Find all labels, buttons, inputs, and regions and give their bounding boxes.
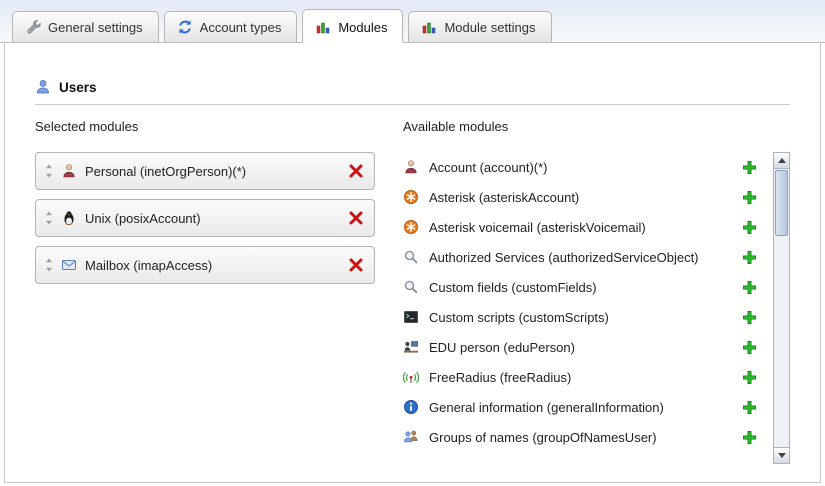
- selected-module-mailbox[interactable]: Mailbox (imapAccess): [35, 246, 375, 284]
- scroll-down-button[interactable]: [774, 447, 789, 463]
- asterisk-icon: [403, 189, 419, 205]
- module-label: Asterisk voicemail (asteriskVoicemail): [429, 220, 742, 235]
- tab-module-settings[interactable]: Module settings: [408, 11, 551, 43]
- tab-label: Modules: [338, 20, 387, 35]
- drag-handle-icon[interactable]: [44, 163, 54, 179]
- add-module-button[interactable]: [742, 160, 757, 175]
- remove-module-button[interactable]: [348, 210, 364, 226]
- add-module-button[interactable]: [742, 400, 757, 415]
- tab-bar: General settings Account types Modules M…: [0, 0, 825, 43]
- add-module-button[interactable]: [742, 250, 757, 265]
- terminal-icon: [403, 309, 419, 325]
- available-module-row: Custom scripts (customScripts): [403, 302, 767, 332]
- info-icon: [403, 399, 419, 415]
- module-label: Account (account)(*): [429, 160, 742, 175]
- modules-config-panel: Users Selected modules Personal (inetOrg…: [4, 43, 821, 483]
- selected-modules-column: Selected modules Personal (inetOrgPerson…: [35, 119, 375, 464]
- modules-columns: Selected modules Personal (inetOrgPerson…: [5, 105, 820, 464]
- wrench-icon: [25, 19, 41, 35]
- remove-module-button[interactable]: [348, 163, 364, 179]
- antenna-icon: [403, 369, 419, 385]
- add-module-button[interactable]: [742, 370, 757, 385]
- drag-handle-icon[interactable]: [44, 257, 54, 273]
- module-label: Mailbox (imapAccess): [85, 258, 348, 273]
- available-module-row: Authorized Services (authorizedServiceOb…: [403, 242, 767, 272]
- selected-module-unix[interactable]: Unix (posixAccount): [35, 199, 375, 237]
- scroll-thumb[interactable]: [775, 170, 788, 236]
- add-module-button[interactable]: [742, 280, 757, 295]
- add-module-button[interactable]: [742, 340, 757, 355]
- available-module-row: Account (account)(*): [403, 152, 767, 182]
- selected-modules-heading: Selected modules: [35, 119, 375, 134]
- tab-label: Module settings: [444, 20, 535, 35]
- available-module-row: EDU person (eduPerson): [403, 332, 767, 362]
- workstation-icon: [403, 339, 419, 355]
- available-module-row: Groups of names (groupOfNamesUser): [403, 422, 767, 452]
- section-header: Users: [5, 79, 820, 95]
- available-module-row: Custom fields (customFields): [403, 272, 767, 302]
- magnifier-icon: [403, 249, 419, 265]
- module-label: EDU person (eduPerson): [429, 340, 742, 355]
- available-modules-column: Available modules Account (account)(*): [403, 119, 790, 464]
- tab-label: Account types: [200, 20, 282, 35]
- arrow-up-icon: [778, 158, 786, 163]
- module-label: Custom scripts (customScripts): [429, 310, 742, 325]
- sync-icon: [177, 19, 193, 35]
- penguin-icon: [61, 210, 77, 226]
- available-modules-heading: Available modules: [403, 119, 790, 134]
- tab-account-types[interactable]: Account types: [164, 11, 298, 43]
- bar-chart-icon: [421, 19, 437, 35]
- add-module-button[interactable]: [742, 310, 757, 325]
- add-module-button[interactable]: [742, 190, 757, 205]
- available-modules-list: Account (account)(*) Asterisk (asteriskA…: [403, 152, 767, 452]
- tab-general-settings[interactable]: General settings: [12, 11, 159, 43]
- section-title: Users: [59, 80, 97, 95]
- asterisk-icon: [403, 219, 419, 235]
- bar-chart-icon: [315, 19, 331, 35]
- tab-modules[interactable]: Modules: [302, 9, 403, 43]
- selected-module-personal[interactable]: Personal (inetOrgPerson)(*): [35, 152, 375, 190]
- drag-handle-icon[interactable]: [44, 210, 54, 226]
- available-module-row: Asterisk voicemail (asteriskVoicemail): [403, 212, 767, 242]
- envelope-icon: [61, 257, 77, 273]
- module-label: Groups of names (groupOfNamesUser): [429, 430, 742, 445]
- module-label: Custom fields (customFields): [429, 280, 742, 295]
- group-icon: [403, 429, 419, 445]
- scrollbar[interactable]: [773, 152, 790, 464]
- add-module-button[interactable]: [742, 220, 757, 235]
- module-label: Personal (inetOrgPerson)(*): [85, 164, 348, 179]
- module-label: Authorized Services (authorizedServiceOb…: [429, 250, 742, 265]
- arrow-down-icon: [778, 453, 786, 458]
- tab-label: General settings: [48, 20, 143, 35]
- available-module-row: Asterisk (asteriskAccount): [403, 182, 767, 212]
- available-module-row: General information (generalInformation): [403, 392, 767, 422]
- person-icon: [403, 159, 419, 175]
- scroll-up-button[interactable]: [774, 153, 789, 169]
- module-label: Unix (posixAccount): [85, 211, 348, 226]
- module-label: FreeRadius (freeRadius): [429, 370, 742, 385]
- user-icon: [35, 79, 51, 95]
- module-label: Asterisk (asteriskAccount): [429, 190, 742, 205]
- available-module-row: FreeRadius (freeRadius): [403, 362, 767, 392]
- module-label: General information (generalInformation): [429, 400, 742, 415]
- available-modules-list-wrap: Account (account)(*) Asterisk (asteriskA…: [403, 152, 790, 464]
- magnifier-icon: [403, 279, 419, 295]
- add-module-button[interactable]: [742, 430, 757, 445]
- person-icon: [61, 163, 77, 179]
- remove-module-button[interactable]: [348, 257, 364, 273]
